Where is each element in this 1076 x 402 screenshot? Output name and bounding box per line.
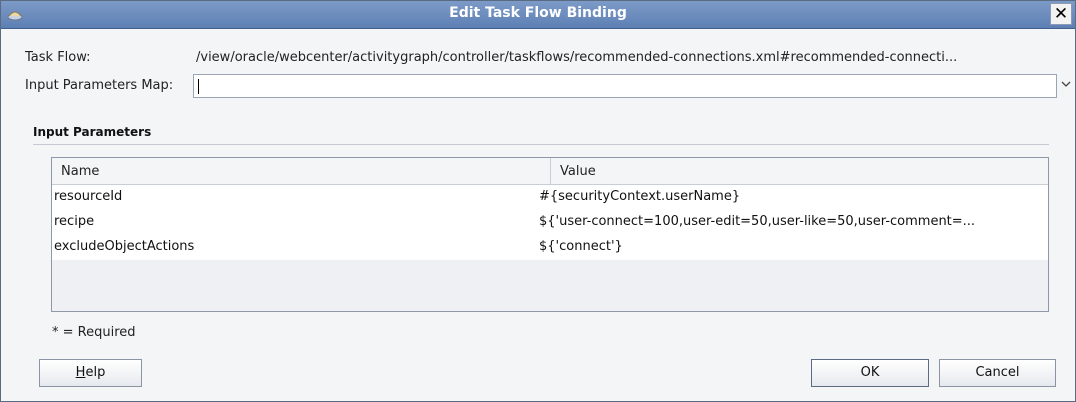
column-divider[interactable] [550,158,551,184]
required-note: * = Required [52,325,136,340]
param-value-cell[interactable]: ${'connect'} [539,239,1045,254]
chevron-down-icon[interactable] [1058,78,1074,96]
input-parameters-heading: Input Parameters [33,125,152,139]
section-divider [33,144,1049,145]
close-icon: ✕ [1053,4,1069,24]
dialog-title: Edit Task Flow Binding [449,5,627,21]
cancel-button-label: Cancel [975,365,1020,380]
ok-button-label: OK [860,365,880,380]
cancel-button[interactable]: Cancel [939,359,1056,387]
dialog-window: Edit Task Flow Binding ✕ Task Flow: /vie… [0,0,1076,402]
help-button-label: Help [75,365,106,380]
param-value-cell[interactable]: #{securityContext.userName} [539,189,1045,204]
param-name-cell[interactable]: recipe [54,214,544,229]
table-row[interactable]: recipe ${'user-connect=100,user-edit=50,… [52,210,1048,235]
table-row[interactable]: resourceId #{securityContext.userName} [52,185,1048,210]
task-flow-label: Task Flow: [25,50,91,65]
ok-button[interactable]: OK [811,359,929,387]
column-header-value[interactable]: Value [560,164,596,179]
param-name-cell[interactable]: resourceId [54,189,544,204]
close-button[interactable]: ✕ [1050,3,1072,25]
input-parameters-map-label: Input Parameters Map: [25,78,174,93]
input-parameters-table[interactable]: Name Value resourceId #{securityContext.… [51,157,1049,312]
task-flow-path: /view/oracle/webcenter/activitygraph/con… [196,50,958,65]
table-header: Name Value [52,158,1048,185]
param-value-cell[interactable]: ${'user-connect=100,user-edit=50,user-li… [539,214,1045,229]
param-name-cell[interactable]: excludeObjectActions [54,239,544,254]
column-header-name[interactable]: Name [61,164,99,179]
title-bar[interactable]: Edit Task Flow Binding ✕ [1,1,1075,29]
table-row[interactable]: excludeObjectActions ${'connect'} [52,235,1048,260]
help-button[interactable]: Help [39,359,142,387]
input-parameters-map-field[interactable] [193,74,1071,98]
text-cursor [198,79,199,94]
